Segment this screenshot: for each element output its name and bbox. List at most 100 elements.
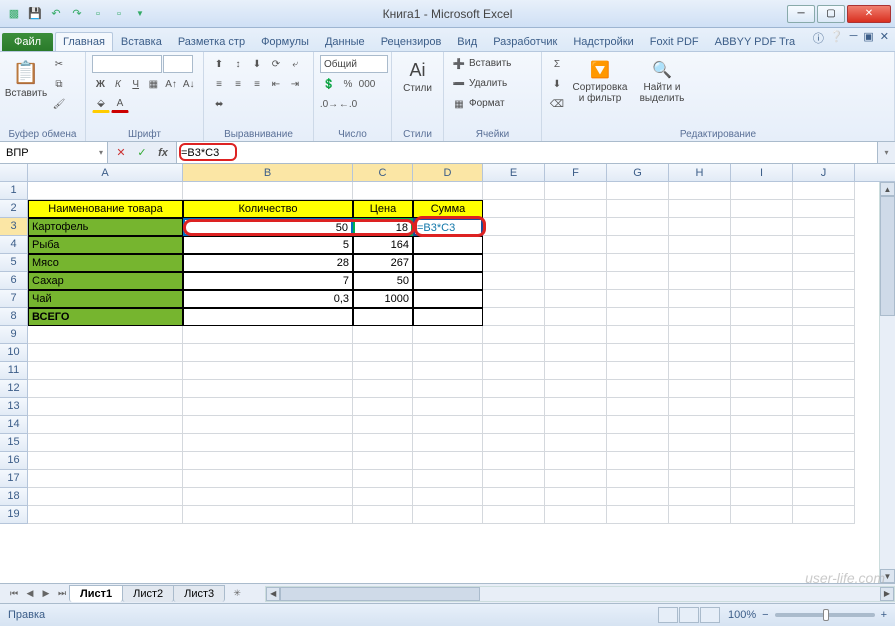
delete-label[interactable]: Удалить — [469, 75, 507, 93]
cell[interactable] — [413, 326, 483, 344]
scroll-down-icon[interactable]: ▼ — [880, 569, 895, 583]
cell[interactable] — [183, 344, 353, 362]
row-header[interactable]: 4 — [0, 236, 28, 254]
cell[interactable] — [413, 182, 483, 200]
align-middle-icon[interactable]: ↕ — [229, 55, 247, 73]
cell[interactable] — [545, 236, 607, 254]
cell[interactable] — [731, 362, 793, 380]
tab-data[interactable]: Данные — [317, 32, 373, 51]
zoom-slider[interactable] — [775, 613, 875, 617]
minimize-ribbon-icon[interactable]: ⓘ — [813, 30, 824, 46]
cell-b3[interactable]: 50 — [183, 218, 353, 236]
sheet-nav-last-icon[interactable]: ⏭ — [54, 586, 70, 602]
col-header[interactable]: J — [793, 164, 855, 181]
col-header[interactable]: F — [545, 164, 607, 181]
cell[interactable]: 28 — [183, 254, 353, 272]
font-color-icon[interactable]: A — [111, 95, 129, 113]
wrap-text-icon[interactable]: ⤶ — [286, 55, 304, 73]
cell[interactable] — [545, 488, 607, 506]
tab-pagelayout[interactable]: Разметка стр — [170, 32, 253, 51]
cell[interactable] — [353, 506, 413, 524]
cell[interactable] — [545, 362, 607, 380]
row-header[interactable]: 16 — [0, 452, 28, 470]
cell[interactable] — [731, 380, 793, 398]
cell[interactable] — [545, 380, 607, 398]
cell[interactable] — [793, 434, 855, 452]
cell[interactable] — [545, 470, 607, 488]
cell[interactable] — [483, 308, 545, 326]
cell[interactable] — [483, 398, 545, 416]
cell[interactable] — [183, 326, 353, 344]
bold-button[interactable]: Ж — [92, 75, 109, 93]
cell-total[interactable]: ВСЕГО — [28, 308, 183, 326]
zoom-out-icon[interactable]: − — [762, 609, 768, 621]
row-header[interactable]: 1 — [0, 182, 28, 200]
cell[interactable] — [545, 218, 607, 236]
cell[interactable]: 0,3 — [183, 290, 353, 308]
cell[interactable] — [793, 308, 855, 326]
find-select-button[interactable]: 🔍 Найти и выделить — [634, 55, 690, 115]
cell[interactable] — [413, 380, 483, 398]
cell[interactable] — [793, 254, 855, 272]
cell[interactable] — [413, 488, 483, 506]
cell[interactable] — [353, 362, 413, 380]
col-header[interactable]: A — [28, 164, 183, 181]
sheet-nav-first-icon[interactable]: ⏮ — [6, 586, 22, 602]
cell[interactable] — [731, 236, 793, 254]
table-header[interactable]: Сумма — [413, 200, 483, 218]
cell[interactable] — [669, 506, 731, 524]
increase-decimal-icon[interactable]: .0→ — [320, 95, 338, 113]
tab-view[interactable]: Вид — [449, 32, 485, 51]
cell[interactable] — [183, 416, 353, 434]
close-button[interactable]: ✕ — [847, 5, 891, 23]
cell[interactable] — [669, 398, 731, 416]
cell-d3-active[interactable]: =B3*C3 — [413, 218, 483, 236]
tab-foxit[interactable]: Foxit PDF — [642, 32, 707, 51]
cell[interactable] — [28, 182, 183, 200]
cell[interactable] — [413, 416, 483, 434]
scroll-thumb[interactable] — [280, 587, 480, 601]
cell[interactable] — [669, 344, 731, 362]
cell[interactable] — [413, 290, 483, 308]
cell[interactable] — [731, 290, 793, 308]
cell[interactable] — [545, 416, 607, 434]
qat-btn[interactable]: ▫ — [88, 4, 108, 24]
insert-cells-icon[interactable]: ➕ — [450, 55, 468, 73]
format-cells-icon[interactable]: ▦ — [450, 95, 468, 113]
cell[interactable] — [793, 470, 855, 488]
cell[interactable]: Мясо — [28, 254, 183, 272]
col-header[interactable]: D — [413, 164, 483, 181]
currency-icon[interactable]: 💲 — [320, 75, 338, 93]
cell[interactable] — [353, 488, 413, 506]
cell[interactable] — [731, 506, 793, 524]
cell[interactable] — [483, 200, 545, 218]
cell[interactable] — [483, 254, 545, 272]
cell[interactable] — [183, 506, 353, 524]
cell[interactable]: 164 — [353, 236, 413, 254]
enter-formula-icon[interactable]: ✓ — [132, 144, 152, 162]
cell[interactable] — [731, 200, 793, 218]
cell[interactable] — [483, 344, 545, 362]
orientation-icon[interactable]: ⟳ — [267, 55, 285, 73]
cell[interactable] — [545, 272, 607, 290]
cell[interactable] — [483, 452, 545, 470]
cell[interactable] — [793, 488, 855, 506]
table-header[interactable]: Наименование товара — [28, 200, 183, 218]
sheet-nav-next-icon[interactable]: ▶ — [38, 586, 54, 602]
cell[interactable] — [607, 488, 669, 506]
cell[interactable] — [28, 470, 183, 488]
align-top-icon[interactable]: ⬆ — [210, 55, 228, 73]
grow-font-icon[interactable]: A↑ — [163, 75, 180, 93]
zoom-level[interactable]: 100% — [728, 609, 756, 621]
format-painter-icon[interactable]: 🖌 — [50, 95, 68, 113]
tab-home[interactable]: Главная — [55, 32, 113, 51]
row-header[interactable]: 15 — [0, 434, 28, 452]
cell[interactable] — [483, 488, 545, 506]
cell[interactable] — [607, 308, 669, 326]
cell[interactable] — [793, 272, 855, 290]
cell[interactable]: Сахар — [28, 272, 183, 290]
cell[interactable] — [545, 434, 607, 452]
cell[interactable] — [607, 254, 669, 272]
decrease-indent-icon[interactable]: ⇤ — [267, 75, 285, 93]
tab-formulas[interactable]: Формулы — [253, 32, 317, 51]
